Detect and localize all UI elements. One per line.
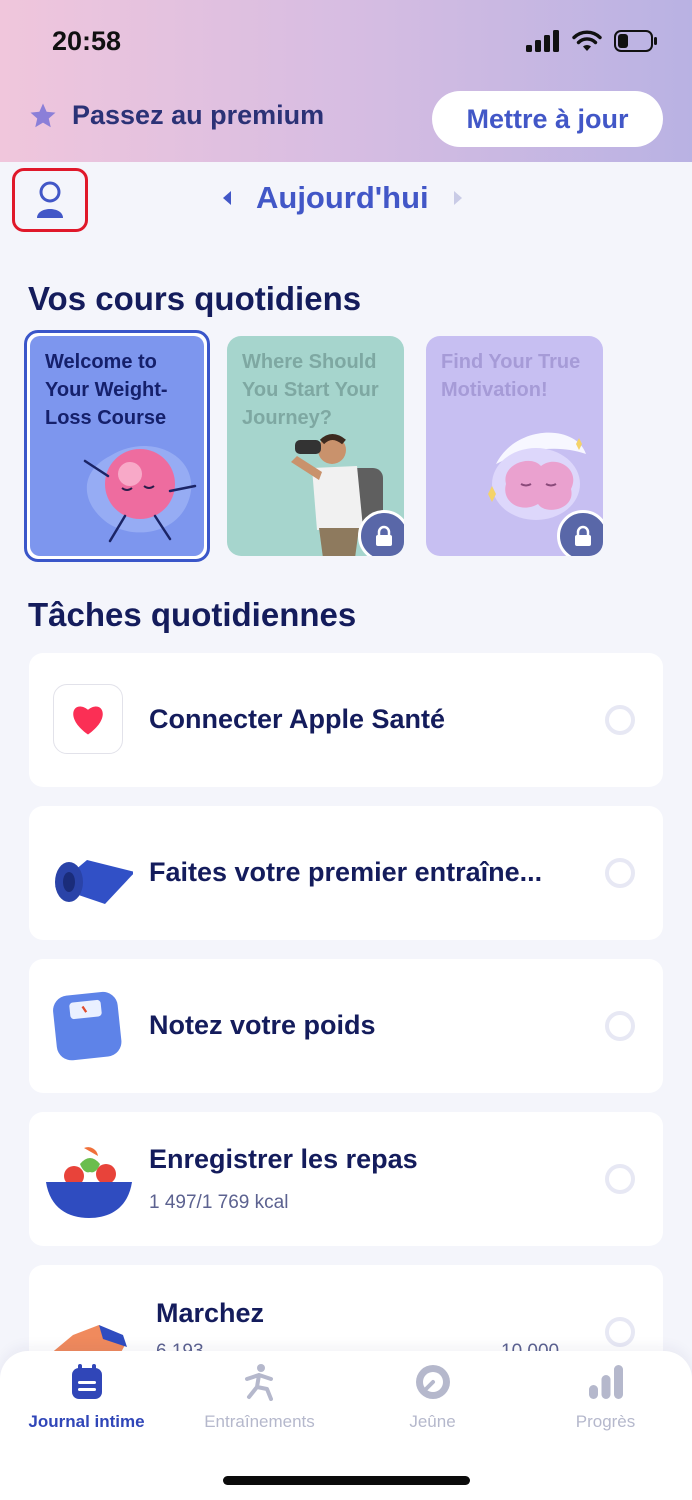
tab-label: Jeûne	[409, 1412, 456, 1431]
task-title: Enregistrer les repas	[149, 1144, 418, 1174]
task-checkbox[interactable]	[605, 858, 635, 888]
task-checkbox[interactable]	[605, 1317, 635, 1347]
chevron-left-icon[interactable]	[220, 189, 234, 207]
fasting-clock-icon	[415, 1365, 450, 1399]
tab-journal[interactable]: Journal intime	[0, 1363, 173, 1432]
battery-icon	[614, 30, 657, 52]
course-card-background: Welcome to Your Weight-Loss Course	[30, 336, 204, 556]
task-connect-apple-health[interactable]: Connecter Apple Santé	[29, 653, 663, 787]
premium-banner[interactable]: Passez au premium	[28, 100, 324, 131]
task-title: Marchez	[156, 1298, 265, 1328]
status-time: 20:58	[52, 26, 122, 56]
apple-health-icon	[53, 684, 123, 754]
tab-progress[interactable]: Progrès	[519, 1363, 692, 1432]
task-log-meals[interactable]: Enregistrer les repas 1 497/1 769 kcal	[29, 1112, 663, 1246]
task-first-workout[interactable]: Faites votre premier entraîne...	[29, 806, 663, 940]
bar-chart-icon	[588, 1365, 623, 1399]
lock-icon	[557, 510, 603, 556]
task-checkbox[interactable]	[605, 1164, 635, 1194]
date-navigator: Aujourd'hui	[220, 180, 465, 216]
lock-icon	[358, 510, 404, 556]
course-title: Find Your True Motivation!	[441, 351, 581, 401]
tab-fasting[interactable]: Jeûne	[346, 1363, 519, 1432]
happy-ball-illustration	[83, 445, 197, 543]
chevron-right-icon[interactable]	[451, 189, 465, 207]
course-card-journey[interactable]: Where Should You Start Your Journey?	[227, 336, 404, 556]
salad-bowl-icon	[46, 1147, 132, 1218]
task-calories: 1 497/1 769 kcal	[149, 1192, 289, 1213]
home-indicator	[223, 1476, 470, 1485]
tab-label: Progrès	[575, 1412, 636, 1431]
tab-label: Journal intime	[28, 1412, 145, 1431]
task-title: Faites votre premier entraîne...	[149, 857, 543, 887]
calendar-icon	[71, 1364, 102, 1399]
top-header: 20:58 Passez au premium Mettre à jour	[0, 0, 692, 162]
tasks-section-title: Tâches quotidiennes	[28, 596, 357, 633]
run-icon	[244, 1364, 273, 1401]
profile-avatar-button[interactable]	[12, 168, 88, 232]
yoga-mat-icon	[55, 860, 133, 904]
task-checkbox[interactable]	[605, 1011, 635, 1041]
tab-label: Entraînements	[204, 1412, 315, 1431]
wifi-icon	[572, 30, 602, 51]
signal-icon	[526, 30, 559, 52]
user-icon	[37, 181, 63, 218]
task-checkbox[interactable]	[605, 705, 635, 735]
courses-section-title: Vos cours quotidiens	[28, 280, 362, 317]
star-icon	[30, 103, 56, 127]
tab-workouts[interactable]: Entraînements	[173, 1363, 346, 1432]
premium-label: Passez au premium	[72, 100, 325, 130]
scale-icon	[53, 991, 122, 1061]
course-card-welcome[interactable]: Welcome to Your Weight-Loss Course	[24, 330, 210, 562]
task-log-weight[interactable]: Notez votre poids	[29, 959, 663, 1093]
update-button[interactable]: Mettre à jour	[432, 91, 663, 147]
task-title: Connecter Apple Santé	[149, 704, 446, 734]
date-label[interactable]: Aujourd'hui	[256, 180, 429, 216]
task-title: Notez votre poids	[149, 1010, 376, 1040]
status-icons	[526, 30, 658, 52]
course-title: Where Should You Start Your Journey?	[242, 351, 379, 429]
course-card-motivation[interactable]: Find Your True Motivation!	[426, 336, 603, 556]
course-title: Welcome to Your Weight-Loss Course	[45, 351, 168, 429]
